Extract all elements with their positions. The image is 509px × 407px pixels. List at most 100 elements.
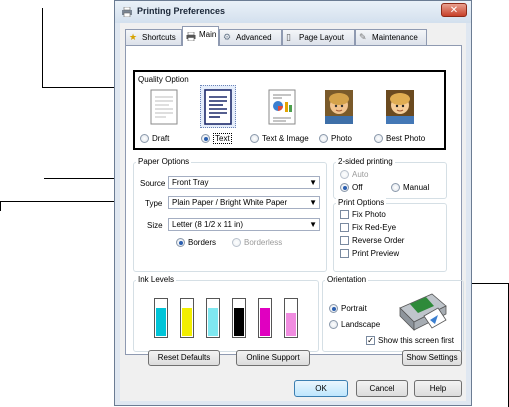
type-label: Type: [145, 199, 163, 208]
callout-line-size-vertical: [0, 201, 1, 211]
two-sided-printing-title: 2-sided printing: [336, 157, 395, 166]
ink-cartridge: [232, 298, 246, 338]
fix-photo-label: Fix Photo: [352, 210, 386, 219]
tab-label: Shortcuts: [142, 33, 176, 42]
show-settings-button[interactable]: Show Settings: [402, 350, 462, 366]
ink-cartridge: [206, 298, 220, 338]
print-options-title: Print Options: [336, 198, 387, 207]
dropdown-arrow-icon: ▼: [309, 220, 317, 229]
online-support-button[interactable]: Online Support: [236, 350, 310, 366]
wrench-icon: ✎: [359, 32, 367, 42]
tab-label: Advanced: [236, 33, 272, 42]
source-value: Front Tray: [172, 178, 209, 187]
ink-cartridge: [284, 298, 298, 338]
draft-quality-icon: [150, 89, 178, 125]
type-dropdown[interactable]: Plain Paper / Bright White Paper ▼: [168, 196, 320, 209]
auto-radio[interactable]: [340, 170, 349, 179]
fix-red-eye-label: Fix Red-Eye: [352, 223, 397, 232]
reverse-order-label: Reverse Order: [352, 236, 405, 245]
ink-cartridge: [180, 298, 194, 338]
orientation-printer-icon: [399, 293, 447, 331]
reverse-order-checkbox[interactable]: [340, 236, 349, 245]
ink-level-fill: [286, 313, 296, 336]
tab-main[interactable]: Main: [182, 26, 219, 46]
size-value: Letter (8 1/2 x 11 in): [172, 220, 243, 229]
paper-options-title: Paper Options: [136, 157, 192, 166]
tab-maintenance[interactable]: ✎ Maintenance: [355, 29, 427, 45]
source-dropdown[interactable]: Front Tray ▼: [168, 176, 320, 189]
off-radio[interactable]: [340, 183, 349, 192]
text-image-label: Text & Image: [262, 134, 309, 143]
landscape-label: Landscape: [341, 320, 381, 329]
ok-button[interactable]: OK: [294, 380, 348, 397]
title-bar[interactable]: Printing Preferences ✕: [115, 1, 471, 23]
source-label: Source: [140, 179, 166, 188]
manual-label: Manual: [403, 183, 430, 192]
ink-level-fill: [156, 307, 166, 336]
printer-icon: [186, 31, 196, 42]
photo-quality-icon: [325, 90, 353, 124]
draft-radio[interactable]: [140, 134, 149, 143]
fix-red-eye-checkbox[interactable]: [340, 223, 349, 232]
tab-label: Maintenance: [372, 33, 418, 42]
reset-defaults-button[interactable]: Reset Defaults: [148, 350, 220, 366]
ink-level-fill: [208, 307, 218, 336]
photo-radio[interactable]: [319, 134, 328, 143]
printer-icon: [122, 7, 132, 17]
photo-label: Photo: [331, 134, 352, 143]
ink-cartridge: [154, 298, 168, 338]
tab-label: Page Layout: [299, 33, 344, 42]
best-photo-quality-icon: [386, 90, 414, 124]
tab-shortcuts[interactable]: ★ Shortcuts: [125, 29, 182, 45]
dialog-client-area: ★ Shortcuts Main ⚙ Advanced ▯ Page Layou…: [120, 23, 466, 401]
off-label: Off: [352, 183, 363, 192]
text-quality-icon: [204, 89, 232, 125]
best-photo-label: Best Photo: [386, 134, 426, 143]
tab-page-layout[interactable]: ▯ Page Layout: [282, 29, 355, 45]
tab-advanced[interactable]: ⚙ Advanced: [219, 29, 282, 45]
callout-line-quality: [42, 8, 43, 87]
borders-label: Borders: [188, 238, 217, 247]
quality-option-title: Quality Option: [138, 75, 189, 84]
size-label: Size: [147, 221, 163, 230]
show-screen-first-checkbox[interactable]: ✓: [366, 336, 375, 345]
text-label: Text: [213, 133, 232, 144]
text-image-quality-icon: [268, 89, 296, 125]
manual-radio[interactable]: [391, 183, 400, 192]
portrait-radio[interactable]: [329, 304, 338, 313]
ink-cartridge: [258, 298, 272, 338]
show-screen-first-label: Show this screen first: [378, 336, 455, 345]
size-dropdown[interactable]: Letter (8 1/2 x 11 in) ▼: [168, 218, 320, 231]
best-photo-radio[interactable]: [374, 134, 383, 143]
borderless-label: Borderless: [244, 238, 283, 247]
dropdown-arrow-icon: ▼: [309, 178, 317, 187]
star-icon: ★: [129, 32, 138, 42]
text-image-radio[interactable]: [250, 134, 259, 143]
page-icon: ▯: [286, 32, 291, 42]
ink-level-fill: [260, 307, 270, 336]
type-value: Plain Paper / Bright White Paper: [172, 198, 288, 207]
borders-radio[interactable]: [176, 238, 185, 247]
print-preview-label: Print Preview: [352, 249, 400, 258]
two-sided-printing-group: [333, 162, 447, 199]
draft-label: Draft: [152, 134, 170, 143]
orientation-title: Orientation: [325, 275, 369, 284]
print-preview-checkbox[interactable]: [340, 249, 349, 258]
borderless-radio[interactable]: [232, 238, 241, 247]
portrait-label: Portrait: [341, 304, 367, 313]
text-radio[interactable]: [201, 134, 210, 143]
ink-level-fill: [182, 307, 192, 336]
auto-label: Auto: [352, 170, 369, 179]
printing-preferences-window: Printing Preferences ✕ ★ Shortcuts Main …: [114, 0, 472, 406]
help-button[interactable]: Help: [414, 380, 462, 397]
cancel-button[interactable]: Cancel: [356, 380, 408, 397]
main-tab-panel: Quality Option Draft Text Text & Image P…: [125, 45, 464, 355]
landscape-radio[interactable]: [329, 320, 338, 329]
close-button[interactable]: ✕: [441, 3, 467, 17]
gear-icon: ⚙: [223, 32, 232, 42]
tab-label: Main: [199, 30, 217, 39]
ink-level-fill: [234, 307, 244, 336]
ink-levels-title: Ink Levels: [136, 275, 177, 284]
dropdown-arrow-icon: ▼: [309, 198, 317, 207]
fix-photo-checkbox[interactable]: [340, 210, 349, 219]
